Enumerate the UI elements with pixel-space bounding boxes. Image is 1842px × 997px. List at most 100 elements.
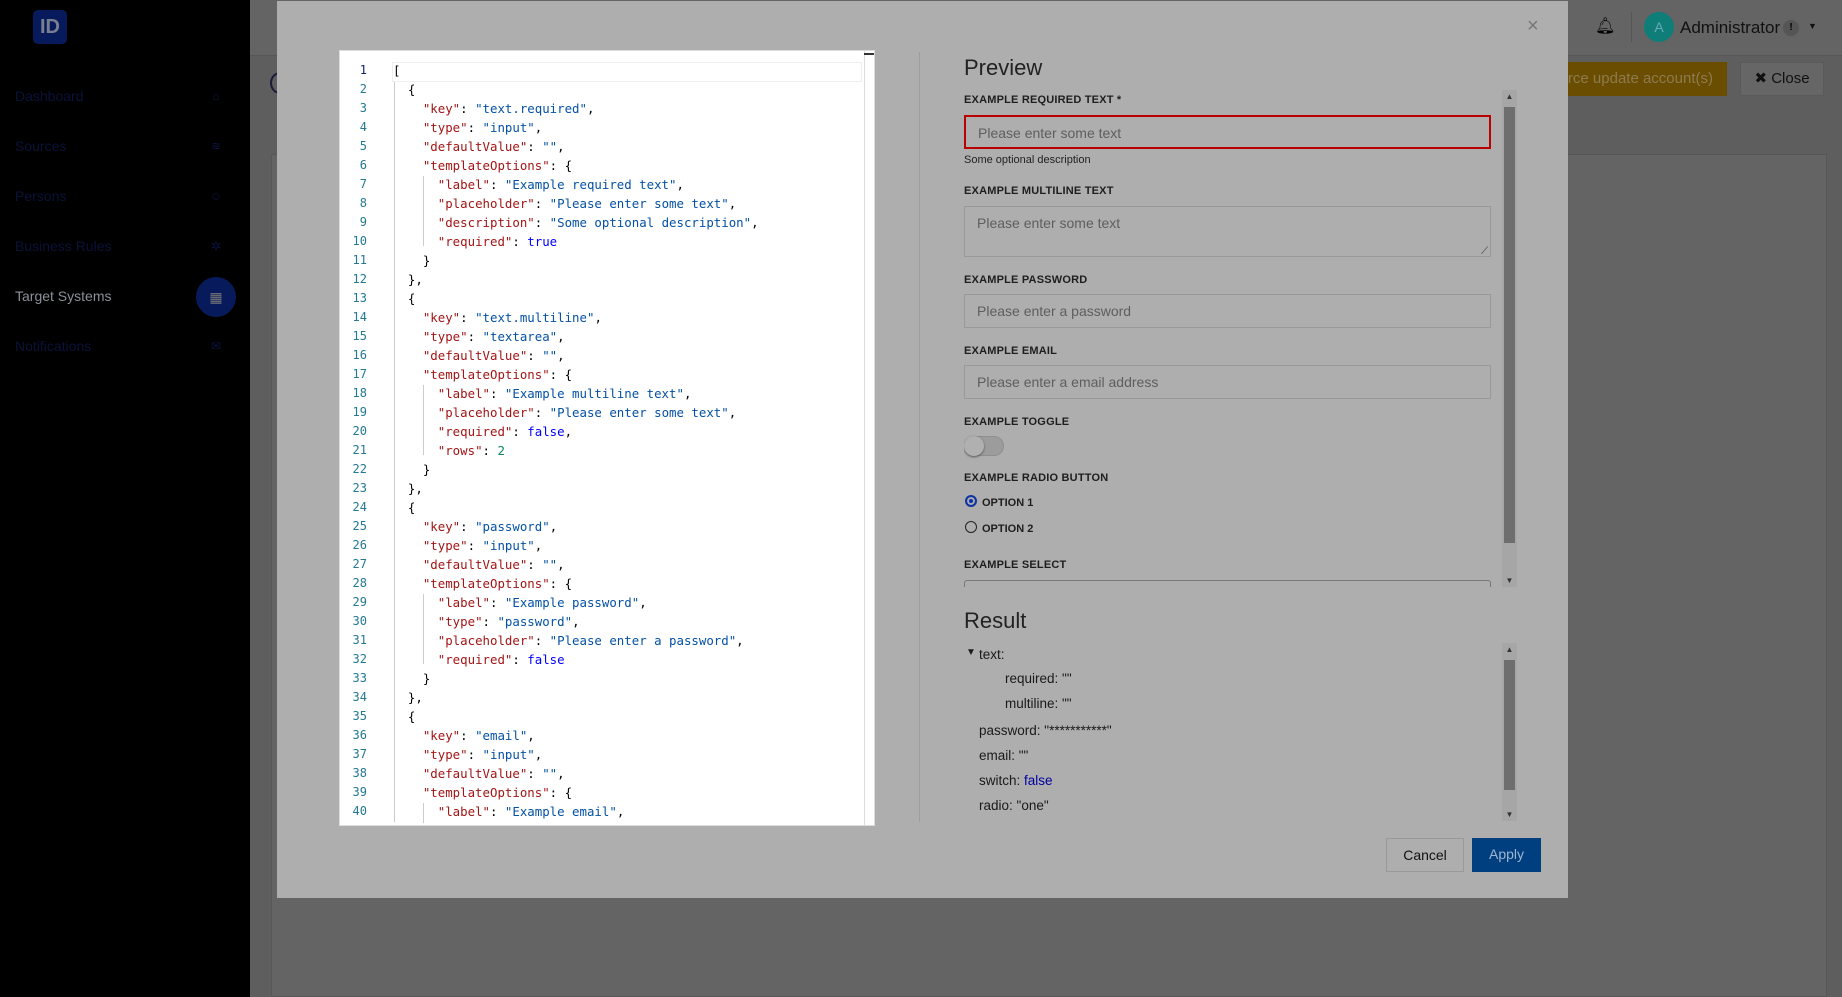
line-number: 33 [352, 671, 367, 685]
multiline-textarea[interactable]: Please enter some text ⟋ [964, 206, 1491, 257]
code-line: "templateOptions": { [422, 367, 573, 382]
required-text-input[interactable]: Please enter some text [964, 115, 1491, 149]
radio-option-2[interactable] [965, 521, 977, 533]
code-line: "defaultValue": "", [422, 348, 565, 363]
code-line: }, [393, 481, 423, 496]
line-number: 3 [359, 101, 367, 115]
chevron-down-icon[interactable]: ▼ [1808, 21, 1817, 31]
line-number: 24 [352, 500, 367, 514]
line-number: 28 [352, 576, 367, 590]
scroll-down-icon[interactable]: ▼ [1502, 810, 1517, 819]
required-text-label: EXAMPLE REQUIRED TEXT * [964, 94, 1122, 106]
code-line: "rows": 2 [437, 443, 505, 458]
editor-scroll-marker [864, 53, 874, 55]
sidebar-item-label: Target Systems [15, 288, 112, 304]
logo: ID [33, 10, 67, 44]
indent-guide [423, 385, 424, 455]
line-number: 27 [352, 557, 367, 571]
code-line: { [393, 82, 416, 97]
sidebar-item-business-rules[interactable]: Business Rules ✲ [0, 227, 250, 267]
dialog-close-button[interactable]: × [1527, 15, 1539, 38]
result-tree: ▼ text: required: "" multiline: "" passw… [964, 643, 1494, 821]
radio-option-2-label[interactable]: OPTION 2 [982, 523, 1033, 535]
code-line: "required": false [437, 652, 565, 667]
layers-icon: ≋ [210, 139, 222, 153]
code-line: "required": true [437, 234, 558, 249]
code-line: { [393, 291, 416, 306]
code-line: "defaultValue": "", [422, 557, 565, 572]
line-number: 1 [359, 63, 367, 77]
code-line: [ [393, 63, 401, 78]
sidebar-item-target-systems[interactable]: Target Systems ▦ [0, 277, 250, 317]
result-email: email: "" [979, 748, 1029, 763]
sidebar-item-persons[interactable]: Persons ☺ [0, 177, 250, 217]
sidebar: ID Dashboard ⌂ Sources ≋ Persons ☺ Business Ru… [0, 0, 250, 997]
close-page-button[interactable]: ✖ Close [1740, 62, 1824, 96]
line-number: 7 [359, 177, 367, 191]
indent-guide [423, 176, 424, 246]
user-name[interactable]: Administrator [1680, 18, 1780, 38]
line-number: 20 [352, 424, 367, 438]
line-number: 19 [352, 405, 367, 419]
users-icon: ☺ [209, 189, 223, 203]
example-toggle[interactable] [964, 436, 1004, 456]
code-line: { [393, 709, 416, 724]
cancel-button[interactable]: Cancel [1386, 838, 1464, 872]
resize-handle-icon[interactable]: ⟋ [1481, 246, 1488, 258]
code-line: { [393, 500, 416, 515]
scrollbar-thumb[interactable] [1504, 660, 1515, 790]
email-label: EXAMPLE EMAIL [964, 345, 1058, 357]
envelope-icon: ✉ [210, 339, 222, 353]
code-line: "type": "input", [422, 538, 543, 553]
code-line: "defaultValue": "", [422, 766, 565, 781]
code-line: "type": "password", [437, 614, 580, 629]
line-number: 34 [352, 690, 367, 704]
indent-guide [423, 594, 424, 664]
line-number: 36 [352, 728, 367, 742]
preview-title: Preview [964, 55, 1043, 80]
avatar[interactable]: A [1644, 12, 1674, 42]
result-scrollbar[interactable]: ▲ ▼ [1502, 643, 1517, 821]
line-number: 6 [359, 158, 367, 172]
apply-button[interactable]: Apply [1472, 838, 1541, 872]
code-line: "templateOptions": { [422, 158, 573, 173]
example-select[interactable] [964, 580, 1491, 587]
line-number: 39 [352, 785, 367, 799]
scroll-up-icon[interactable]: ▲ [1502, 645, 1517, 654]
line-number: 31 [352, 633, 367, 647]
preview-scrollbar[interactable]: ▲ ▼ [1502, 90, 1517, 587]
code-line: "defaultValue": "", [422, 139, 565, 154]
scroll-up-icon[interactable]: ▲ [1502, 92, 1517, 101]
line-number: 38 [352, 766, 367, 780]
line-number: 10 [352, 234, 367, 248]
bell-icon[interactable]: 🔔︎ [1595, 16, 1615, 36]
line-number: 22 [352, 462, 367, 476]
required-text-description: Some optional description [964, 154, 1091, 166]
code-line: "placeholder": "Please enter a password"… [437, 633, 744, 648]
result-required: required: "" [1005, 671, 1072, 686]
code-line: "key": "email", [422, 728, 535, 743]
sidebar-item-sources[interactable]: Sources ≋ [0, 127, 250, 167]
scroll-down-icon[interactable]: ▼ [1502, 576, 1517, 585]
result-text-key[interactable]: text: [979, 647, 1005, 662]
email-input[interactable]: Please enter a email address [964, 365, 1491, 399]
code-line: "key": "password", [422, 519, 558, 534]
password-input[interactable]: Please enter a password [964, 294, 1491, 328]
scrollbar-thumb[interactable] [1504, 107, 1515, 543]
radio-option-1-label[interactable]: OPTION 1 [982, 497, 1033, 509]
result-switch: switch: false [979, 773, 1053, 788]
preview-form: EXAMPLE REQUIRED TEXT * Please enter som… [964, 90, 1518, 587]
sidebar-item-dashboard[interactable]: Dashboard ⌂ [0, 77, 250, 117]
radio-option-1[interactable] [965, 495, 977, 507]
collapse-triangle-icon[interactable]: ▼ [966, 647, 976, 658]
line-number: 37 [352, 747, 367, 761]
code-line: "type": "input", [422, 120, 543, 135]
result-radio: radio: "one" [979, 798, 1049, 813]
json-code-editor[interactable]: 1 [2 {3 "key": "text.required", 4 "type": … [339, 50, 875, 826]
sidebar-item-notifications[interactable]: Notifications ✉ [0, 327, 250, 367]
line-number: 8 [359, 196, 367, 210]
code-line: "key": "text.required", [422, 101, 595, 116]
editor-scrollbar[interactable] [864, 51, 865, 825]
line-number: 5 [359, 139, 367, 153]
line-number: 2 [359, 82, 367, 96]
